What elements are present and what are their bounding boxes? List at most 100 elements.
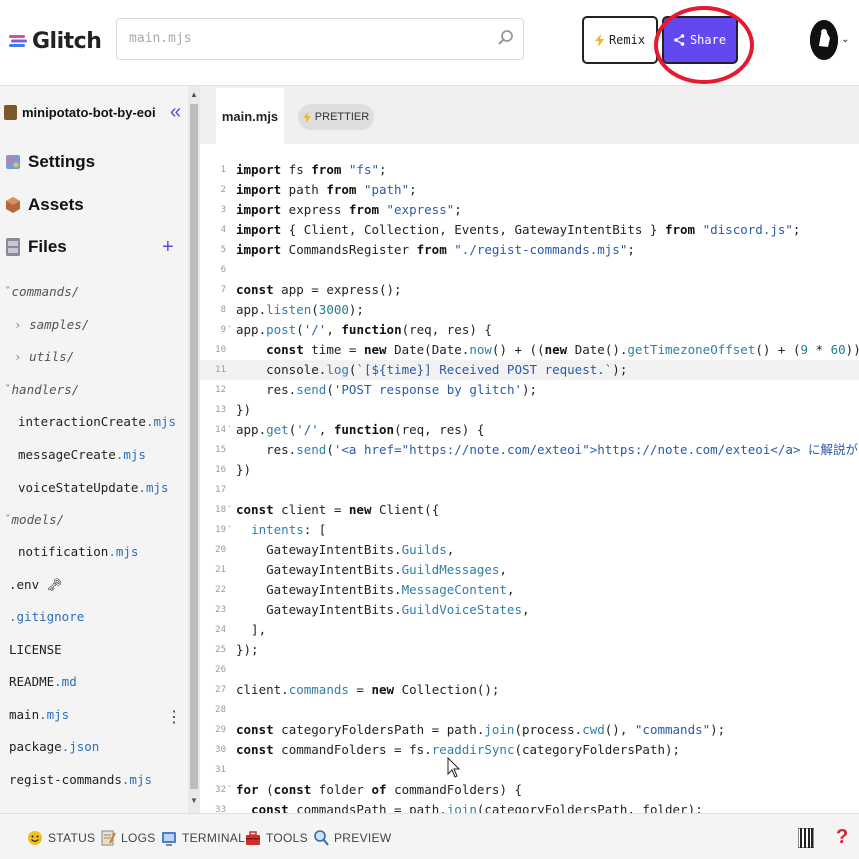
code-line[interactable]: 25});	[200, 640, 859, 660]
search-icon[interactable]	[497, 29, 515, 47]
project-name[interactable]: minipotato-bot-by-eoi	[4, 105, 156, 120]
terminal-icon	[162, 832, 176, 846]
code-line[interactable]: 33 const commandsPath = path.join(catego…	[200, 800, 859, 813]
code-line[interactable]: 20 GatewayIntentBits.Guilds,	[200, 540, 859, 560]
tree-file-regist-commands[interactable]: regist-commands.mjs	[9, 769, 197, 791]
code-line[interactable]: 26	[200, 660, 859, 680]
project-avatar-icon	[4, 105, 17, 120]
code-line[interactable]: 24 ],	[200, 620, 859, 640]
code-line[interactable]: 21 GatewayIntentBits.GuildMessages,	[200, 560, 859, 580]
code-line[interactable]: 28	[200, 700, 859, 720]
glitch-fish-icon	[9, 35, 27, 47]
avatar[interactable]	[810, 20, 838, 60]
tree-file-env[interactable]: .env 🗝	[9, 574, 197, 596]
sidebar-item-assets[interactable]: Assets	[4, 195, 84, 215]
code-line[interactable]: 32 ˇ for (const folder of commandFolders) …	[200, 780, 859, 800]
code-line[interactable]: 4 import { Client, Collection, Events, Ga…	[200, 220, 859, 240]
code-line[interactable]: 17	[200, 480, 859, 500]
glitch-logo[interactable]: Glitch	[8, 26, 102, 56]
code-editor[interactable]: 1 import fs from "fs"; 2 import path from …	[200, 144, 859, 813]
sidebar-scrollbar-thumb[interactable]	[190, 104, 198, 789]
code-line[interactable]: 7 const app = express();	[200, 280, 859, 300]
code-line[interactable]: 15 res.send('<a href="https://note.com/e…	[200, 440, 859, 460]
add-file-button[interactable]: +	[162, 236, 174, 259]
bottom-bar: STATUS LOGS TERMINAL TOOLS PREVIEW ?	[0, 813, 859, 859]
logs-label: LOGS	[121, 831, 156, 845]
code-line[interactable]: 19 ˇ intents: [	[200, 520, 859, 540]
code-line[interactable]: 1 import fs from "fs";	[200, 160, 859, 180]
code-line[interactable]: 29 const categoryFoldersPath = path.join(…	[200, 720, 859, 740]
assets-box-icon	[6, 197, 20, 213]
sidebar-item-files[interactable]: Files	[4, 237, 67, 257]
search-input[interactable]	[129, 31, 489, 46]
sidebar-item-label: Settings	[28, 152, 96, 171]
help-button[interactable]: ?	[836, 826, 848, 849]
tree-file-voiceStateUpdate[interactable]: voiceStateUpdate.mjs	[18, 477, 206, 499]
code-line[interactable]: 6	[200, 260, 859, 280]
code-line[interactable]: 3 import express from "express";	[200, 200, 859, 220]
share-button[interactable]: Share	[662, 16, 738, 64]
user-avatar-icon	[810, 20, 838, 60]
search-box[interactable]	[116, 18, 524, 60]
tree-folder-utils[interactable]: › utils/	[14, 346, 202, 368]
code-line[interactable]: 12 res.send('POST response by glitch');	[200, 380, 859, 400]
secret-key-icon: 🗝	[39, 577, 63, 592]
sidebar: minipotato-bot-by-eoi « Settings Assets …	[0, 86, 200, 813]
tab-main-mjs[interactable]: main.mjs	[216, 88, 284, 144]
editor-tabs: main.mjs PRETTIER	[200, 86, 859, 144]
chevron-down-icon[interactable]: ⌄	[841, 34, 849, 45]
smiley-status-icon	[28, 831, 42, 845]
status-label: STATUS	[48, 831, 96, 845]
file-options-icon[interactable]: ⋮	[166, 707, 182, 727]
logo-text: Glitch	[32, 28, 102, 54]
tree-file-license[interactable]: LICENSE	[9, 639, 197, 661]
share-icon	[674, 34, 685, 46]
scroll-up-icon[interactable]: ▲	[190, 90, 198, 99]
status-button[interactable]: STATUS	[27, 829, 95, 847]
code-line[interactable]: 27 client.commands = new Collection();	[200, 680, 859, 700]
piano-keys-icon[interactable]	[798, 828, 814, 848]
code-line[interactable]: 18 ˇ const client = new Client({	[200, 500, 859, 520]
code-line[interactable]: 22 GatewayIntentBits.MessageContent,	[200, 580, 859, 600]
preview-button[interactable]: PREVIEW	[313, 829, 391, 847]
code-line[interactable]: 5 import CommandsRegister from "./regist-…	[200, 240, 859, 260]
tree-folder-handlers[interactable]: ˇhandlers/	[4, 379, 192, 401]
share-label: Share	[689, 33, 727, 47]
top-bar: Glitch Remix Share ⌄	[0, 0, 859, 86]
prettier-button[interactable]: PRETTIER	[298, 104, 374, 130]
sidebar-item-settings[interactable]: Settings	[4, 152, 95, 172]
terminal-button[interactable]: TERMINAL	[161, 829, 245, 847]
magnifier-preview-icon	[314, 830, 329, 846]
tools-button[interactable]: TOOLS	[245, 829, 308, 847]
tree-file-gitignore[interactable]: .gitignore	[9, 606, 197, 628]
code-line[interactable]: 13})	[200, 400, 859, 420]
code-line[interactable]: 30 const commandFolders = fs.readdirSync(…	[200, 740, 859, 760]
code-line-highlighted[interactable]: 11 console.log(`[${time}] Received POST …	[200, 360, 859, 380]
code-line[interactable]: 2 import path from "path";	[200, 180, 859, 200]
tree-folder-commands[interactable]: ˇcommands/	[4, 281, 192, 303]
scroll-down-icon[interactable]: ▼	[190, 796, 198, 805]
code-line[interactable]: 16})	[200, 460, 859, 480]
code-line[interactable]: 31	[200, 760, 859, 780]
logs-button[interactable]: LOGS	[100, 829, 156, 847]
mouse-pointer-icon	[447, 757, 461, 778]
code-line[interactable]: 14 ˇ app.get('/', function(req, res) {	[200, 420, 859, 440]
code-line[interactable]: 8 app.listen(3000);	[200, 300, 859, 320]
collapse-sidebar-icon[interactable]: «	[170, 101, 181, 124]
code-line[interactable]: 9 ˇ app.post('/', function(req, res) {	[200, 320, 859, 340]
project-name-label: minipotato-bot-by-eoi	[22, 105, 156, 120]
terminal-label: TERMINAL	[182, 831, 246, 845]
tree-file-package[interactable]: package.json	[9, 736, 197, 758]
tree-folder-models[interactable]: ˇmodels/	[4, 509, 192, 531]
code-line[interactable]: 23 GatewayIntentBits.GuildVoiceStates,	[200, 600, 859, 620]
code-line[interactable]: 10 const time = new Date(Date.now() + ((…	[200, 340, 859, 360]
tree-file-readme[interactable]: README.md	[9, 671, 197, 693]
tools-label: TOOLS	[266, 831, 308, 845]
remix-button[interactable]: Remix	[582, 16, 658, 64]
tree-file-interactionCreate[interactable]: interactionCreate.mjs	[18, 411, 206, 433]
sidebar-item-label: Assets	[28, 195, 84, 214]
files-cabinet-icon	[6, 238, 20, 256]
tree-file-messageCreate[interactable]: messageCreate.mjs	[18, 444, 206, 466]
tree-folder-samples[interactable]: › samples/	[14, 314, 202, 336]
tree-file-notification[interactable]: notification.mjs	[18, 541, 206, 563]
